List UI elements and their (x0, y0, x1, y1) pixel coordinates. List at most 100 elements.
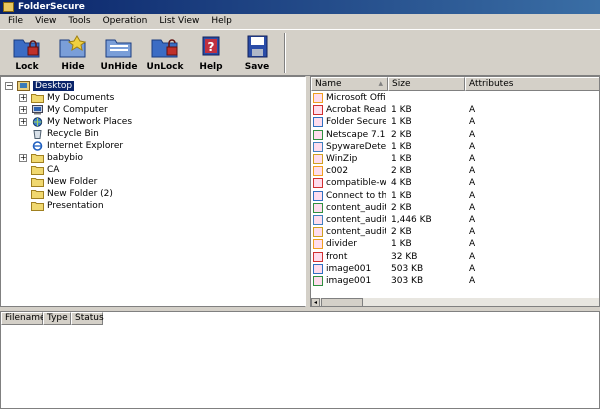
tree-item-desktop[interactable]: Desktop (17, 80, 75, 92)
file-size: 1 KB (391, 117, 412, 128)
file-icon (313, 154, 323, 164)
log-column-filename[interactable]: Filename (1, 312, 46, 325)
menu-operation[interactable]: Operation (97, 14, 154, 29)
tree-item-my-computer[interactable]: My Computer (31, 104, 108, 116)
tree-item-label: Desktop (33, 81, 75, 91)
file-size: 2 KB (391, 129, 412, 140)
tree-expand-toggle[interactable]: + (19, 106, 27, 114)
title-bar: FolderSecure (0, 0, 600, 14)
toolbar: Lock Hide UnHide UnLock ? Help Save (0, 29, 600, 76)
file-name: content_audit (326, 215, 386, 225)
unhide-button[interactable]: UnHide (96, 30, 142, 75)
file-row[interactable]: Connect to th... 1 KB A (311, 190, 599, 202)
file-icon (313, 117, 323, 128)
computer-icon (32, 105, 43, 115)
file-icon (313, 215, 323, 225)
file-name: Acrobat Read... (326, 105, 386, 116)
file-row[interactable]: Acrobat Read... 1 KB A (311, 104, 599, 116)
file-row[interactable]: content_audit 2 KB A (311, 202, 599, 214)
file-attributes: A (469, 141, 476, 152)
file-row[interactable]: SpywareDete... 1 KB A (311, 141, 599, 153)
menu-tools[interactable]: Tools (62, 14, 96, 29)
menu-view[interactable]: View (29, 14, 62, 29)
tree-item-new-folder[interactable]: New Folder (31, 176, 97, 188)
file-size: 1 KB (391, 141, 412, 152)
desktop-icon (17, 81, 30, 91)
file-row[interactable]: Folder Secure 1 KB A (311, 116, 599, 128)
file-size: 1 KB (391, 105, 412, 116)
file-name: Microsoft Offi... (326, 93, 386, 103)
tree-item-ca[interactable]: CA (31, 164, 59, 176)
column-header-attributes[interactable]: Attributes (465, 77, 599, 91)
tree-item-babybio[interactable]: babybio (31, 152, 83, 164)
file-row[interactable]: content_audit1 2 KB A (311, 226, 599, 238)
file-icon (313, 202, 323, 213)
file-name: image001 (326, 263, 372, 274)
lock-button[interactable]: Lock (4, 30, 50, 75)
file-name: compatible-wi... (326, 178, 386, 189)
file-icon (313, 129, 323, 140)
tree-expand-toggle[interactable]: + (19, 154, 27, 162)
file-attributes: A (469, 166, 476, 177)
tree-item-recycle-bin[interactable]: Recycle Bin (31, 128, 99, 140)
folder-icon (31, 166, 44, 175)
file-icon (313, 239, 323, 250)
file-name: SpywareDete... (326, 141, 386, 152)
file-row[interactable]: c002 2 KB A (311, 165, 599, 177)
file-icon (313, 93, 323, 103)
file-row[interactable]: compatible-wi... 4 KB A (311, 177, 599, 189)
folder-tree[interactable]: − Desktop + My Documents + My Computer +… (0, 76, 306, 307)
help-button[interactable]: ? Help (188, 30, 234, 75)
tree-collapse-toggle[interactable]: − (5, 82, 13, 90)
file-attributes: A (469, 154, 476, 164)
file-icon (313, 141, 323, 152)
scroll-left-arrow[interactable]: ◂ (311, 298, 320, 306)
file-icon (313, 190, 323, 201)
file-name: Folder Secure (326, 117, 386, 128)
file-attributes: A (469, 129, 476, 140)
unhide-folder-icon (105, 39, 132, 58)
file-row[interactable]: Microsoft Offi... (311, 92, 599, 104)
tree-expand-toggle[interactable]: + (19, 94, 27, 102)
file-size: 303 KB (391, 276, 424, 286)
tree-item-label: Presentation (47, 201, 104, 211)
menu-bar: File View Tools Operation List View Help (0, 14, 600, 29)
file-attributes: A (469, 276, 476, 286)
tree-item-presentation[interactable]: Presentation (31, 200, 104, 212)
tree-item-my-documents[interactable]: My Documents (31, 92, 114, 104)
tree-item-internet-explorer[interactable]: Internet Explorer (31, 140, 123, 152)
unhide-button-label: UnHide (100, 62, 138, 72)
column-header-size[interactable]: Size (388, 77, 465, 91)
menu-list-view[interactable]: List View (153, 14, 205, 29)
hide-button[interactable]: Hide (50, 30, 96, 75)
file-icon (313, 166, 323, 177)
operation-log-list[interactable]: Filename Type Status (0, 311, 600, 409)
menu-help[interactable]: Help (205, 14, 238, 29)
tree-item-label: My Network Places (47, 117, 133, 127)
unlock-button[interactable]: UnLock (142, 30, 188, 75)
file-row[interactable]: Netscape 7.1 2 KB A (311, 129, 599, 141)
tree-item-label: My Documents (47, 93, 115, 103)
file-attributes: A (469, 227, 476, 238)
lock-folder-icon (13, 39, 40, 58)
column-header-name[interactable]: Name ▴ (311, 77, 388, 91)
menu-file[interactable]: File (2, 14, 29, 29)
horizontal-scrollbar[interactable]: ◂ (311, 297, 599, 306)
file-row[interactable]: image001 303 KB A (311, 275, 599, 287)
file-list[interactable]: Name ▴ Size Attributes Microsoft Offi...… (310, 76, 600, 307)
file-row[interactable]: content_audit 1,446 KB A (311, 214, 599, 226)
file-row[interactable]: front 32 KB A (311, 251, 599, 263)
tree-item-my-network-places[interactable]: My Network Places (31, 116, 132, 128)
tree-item-label: New Folder (47, 177, 98, 187)
file-row[interactable]: WinZip 1 KB A (311, 153, 599, 165)
scroll-thumb[interactable] (321, 298, 363, 306)
save-button[interactable]: Save (234, 30, 280, 75)
log-column-type[interactable]: Type (43, 312, 71, 325)
tree-item-new-folder-2[interactable]: New Folder (2) (31, 188, 113, 200)
log-column-status[interactable]: Status (71, 312, 104, 325)
hide-button-label: Hide (61, 62, 85, 72)
file-row[interactable]: image001 503 KB A (311, 263, 599, 275)
file-row[interactable]: divider 1 KB A (311, 238, 599, 250)
tree-expand-toggle[interactable]: + (19, 118, 27, 126)
file-attributes: A (469, 263, 476, 274)
